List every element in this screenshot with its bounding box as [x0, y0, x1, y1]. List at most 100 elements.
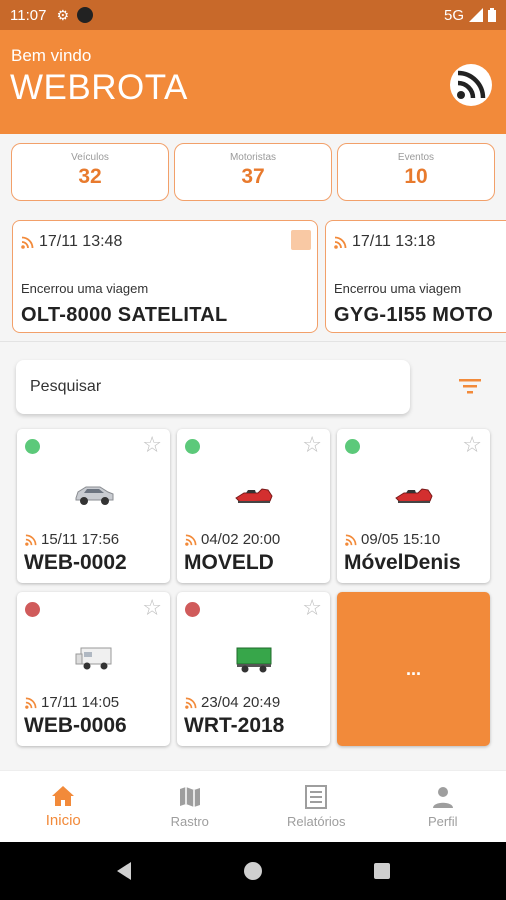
timestamp-text: 17/11 14:05 — [41, 694, 120, 711]
nav-label: Perfil — [427, 814, 458, 829]
nav-rastro[interactable]: Rastro — [127, 771, 254, 842]
jetski-icon — [394, 488, 433, 503]
stat-value: 32 — [78, 165, 102, 188]
favorite-star-icon[interactable]: ☆ — [462, 434, 482, 456]
vehicle-plate: MOVELD — [184, 551, 274, 574]
more-vehicles-button[interactable]: ... — [337, 592, 490, 746]
vehicle-plate: WEB-0006 — [24, 714, 127, 737]
last-update: 17/11 14:05 — [25, 694, 119, 711]
vehicle-plate: MóvelDenis — [344, 551, 461, 574]
vehicle-plate: WEB-0002 — [24, 551, 127, 574]
online-status-dot — [185, 439, 200, 454]
filter-button[interactable] — [456, 374, 484, 398]
nav-label: Relatórios — [286, 814, 346, 829]
person-icon — [432, 787, 453, 808]
home-icon — [52, 786, 75, 806]
rss-icon — [334, 236, 347, 249]
event-description: Encerrou uma viagem — [334, 281, 462, 296]
settings-gear-icon: ⚙ — [56, 6, 69, 23]
rss-icon — [25, 534, 37, 546]
battery-icon — [488, 8, 496, 22]
nav-label: Inicio — [45, 812, 81, 829]
system-nav-bar — [0, 842, 506, 900]
car-icon — [75, 486, 113, 505]
event-time: 17/11 13:18 — [334, 233, 435, 251]
event-time-text: 17/11 13:48 — [39, 233, 123, 250]
back-icon[interactable] — [115, 861, 133, 881]
section-divider — [0, 341, 506, 342]
stat-value: 10 — [404, 165, 428, 188]
rss-icon — [21, 236, 34, 249]
welcome-text: Bem vindo — [11, 46, 92, 65]
timestamp-text: 04/02 20:00 — [201, 531, 281, 548]
event-select-checkbox[interactable] — [291, 230, 311, 250]
signal-icon — [469, 8, 483, 22]
event-card[interactable]: 17/11 13:48 Encerrou uma viagem OLT-8000… — [12, 220, 318, 333]
rss-icon — [185, 697, 197, 709]
rss-icon — [25, 697, 37, 709]
stat-label: Eventos — [397, 152, 435, 163]
nav-relatorios[interactable]: Relatórios — [253, 771, 380, 842]
favorite-star-icon[interactable]: ☆ — [302, 597, 322, 619]
timestamp-text: 15/11 17:56 — [41, 531, 120, 548]
truck-icon — [236, 647, 271, 673]
vehicle-card[interactable]: ☆ 15/11 17:56 WEB-0002 — [17, 429, 170, 583]
event-description: Encerrou uma viagem — [21, 281, 149, 296]
recents-icon[interactable] — [373, 862, 391, 880]
more-label: ... — [405, 658, 421, 679]
search-box — [16, 360, 410, 414]
stat-value: 37 — [241, 165, 265, 188]
network-type: 5G — [443, 6, 464, 24]
live-feed-button[interactable] — [450, 64, 492, 106]
map-icon — [179, 787, 200, 807]
rss-icon — [345, 534, 357, 546]
stat-label: Motoristas — [229, 152, 277, 163]
search-input[interactable] — [16, 360, 410, 414]
offline-status-dot — [25, 602, 40, 617]
favorite-star-icon[interactable]: ☆ — [302, 434, 322, 456]
stat-drivers-card[interactable]: Motoristas 37 — [174, 143, 332, 201]
stats-row: Veículos 32 Motoristas 37 Eventos 10 — [11, 143, 495, 201]
status-time: 11:07 — [10, 6, 47, 24]
rss-icon — [185, 534, 197, 546]
vehicle-card[interactable]: ☆ 17/11 14:05 WEB-0006 — [17, 592, 170, 746]
report-icon — [305, 785, 328, 809]
vehicle-card[interactable]: ☆ 09/05 15:10 MóvelDenis — [337, 429, 490, 583]
home-circle-icon[interactable] — [243, 861, 263, 881]
timestamp-text: 23/04 20:49 — [201, 694, 281, 711]
last-update: 04/02 20:00 — [185, 531, 280, 548]
status-bar: 11:07 ⚙ 5G — [0, 0, 506, 30]
favorite-star-icon[interactable]: ☆ — [142, 434, 162, 456]
nav-perfil[interactable]: Perfil — [380, 771, 506, 842]
offline-status-dot — [185, 602, 200, 617]
favorite-star-icon[interactable]: ☆ — [142, 597, 162, 619]
last-update: 09/05 15:10 — [345, 531, 440, 548]
app-header: Bem vindo WEBROTA — [0, 30, 506, 134]
filter-icon — [459, 379, 481, 394]
brand-title: WEBROTA — [10, 68, 188, 107]
bottom-navigation: Inicio Rastro Relatórios Perfil — [0, 770, 506, 842]
jetski-icon — [234, 488, 273, 503]
event-time-text: 17/11 13:18 — [352, 233, 436, 250]
trailer-icon — [75, 647, 111, 670]
notification-dot-icon — [77, 7, 93, 23]
online-status-dot — [25, 439, 40, 454]
vehicle-card[interactable]: ☆ 04/02 20:00 MOVELD — [177, 429, 330, 583]
stat-vehicles-card[interactable]: Veículos 32 — [11, 143, 169, 201]
vehicle-plate: WRT-2018 — [184, 714, 285, 737]
event-time: 17/11 13:48 — [21, 233, 122, 251]
nav-inicio[interactable]: Inicio — [0, 771, 127, 842]
last-update: 15/11 17:56 — [25, 531, 119, 548]
event-plate: GYG-1I55 MOTO — [334, 304, 494, 326]
event-plate: OLT-8000 SATELITAL — [21, 304, 228, 326]
vehicle-card[interactable]: ☆ 23/04 20:49 WRT-2018 — [177, 592, 330, 746]
nav-label: Rastro — [170, 814, 209, 829]
last-update: 23/04 20:49 — [185, 694, 280, 711]
timestamp-text: 09/05 15:10 — [361, 531, 441, 548]
event-card[interactable]: 17/11 13:18 Encerrou uma viagem GYG-1I55… — [325, 220, 506, 333]
online-status-dot — [345, 439, 360, 454]
stat-label: Veículos — [71, 152, 109, 163]
stat-events-card[interactable]: Eventos 10 — [337, 143, 495, 201]
events-carousel[interactable]: 17/11 13:48 Encerrou uma viagem OLT-8000… — [0, 218, 506, 334]
rss-icon — [457, 70, 486, 99]
